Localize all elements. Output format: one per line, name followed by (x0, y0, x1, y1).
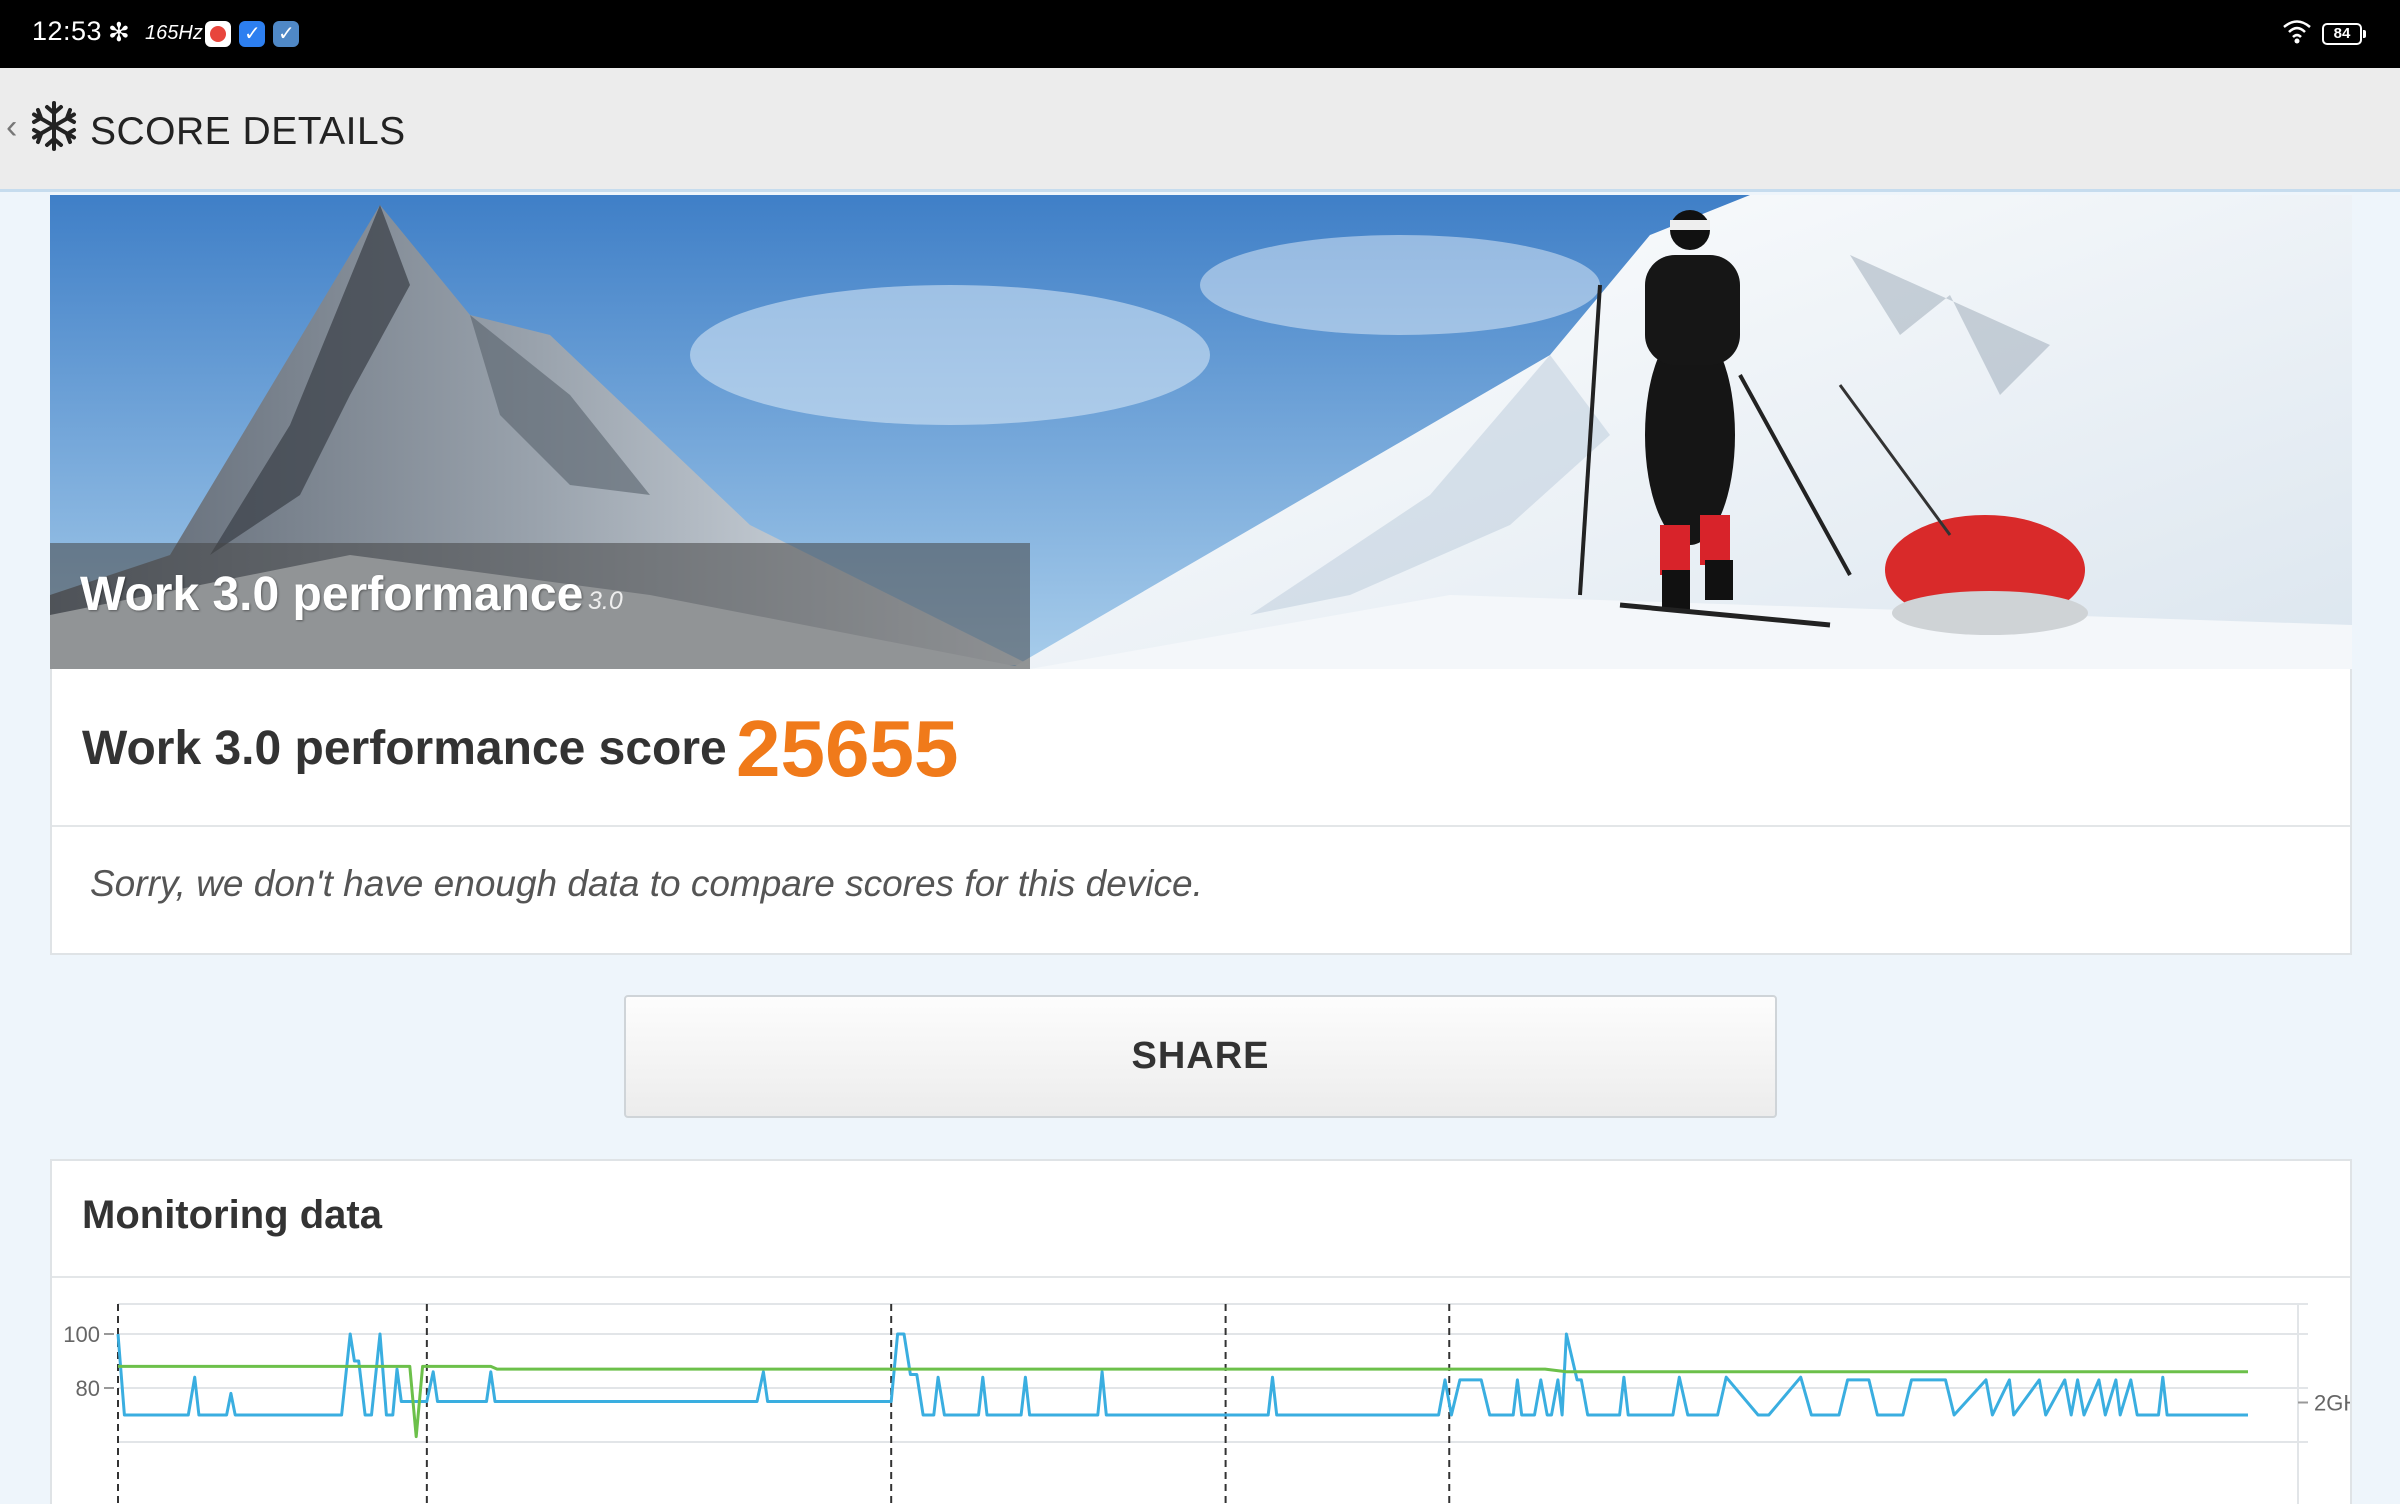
app-icon (205, 21, 231, 47)
score-value: 25655 (736, 704, 959, 793)
benchmark-version: 3.0 (588, 587, 623, 615)
fan-icon: ✻ (108, 17, 130, 47)
back-icon[interactable]: ‹ (6, 108, 17, 147)
monitoring-panel: Monitoring data 100 80 2GHz (50, 1159, 2352, 1504)
monitoring-chart: 100 80 2GHz (63, 1303, 2350, 1504)
benchmark-title: Work 3.0 performance (80, 568, 584, 621)
share-button[interactable]: SHARE (624, 995, 1777, 1118)
chart-series-line (116, 1332, 2248, 1417)
chart-tick-label: 100 (63, 1322, 100, 1347)
compare-message: Sorry, we don't have enough data to comp… (90, 863, 1203, 904)
score-panel: Work 3.0 performance score 25655 Sorry, … (50, 669, 2352, 955)
status-time: 12:53 (32, 16, 103, 46)
score-label: Work 3.0 performance score (82, 722, 727, 775)
wifi-icon (2282, 18, 2312, 51)
score-divider (52, 825, 2350, 827)
refresh-rate-label: 165Hz (145, 22, 203, 44)
chart-tick-label: 80 (76, 1376, 100, 1401)
status-bar: 12:53 ✻ 165Hz 84 (0, 0, 2400, 68)
chart-tick-label: 2GHz (2314, 1391, 2350, 1416)
battery-icon: 84 (2322, 23, 2366, 45)
check-icon (273, 21, 299, 47)
page-title: SCORE DETAILS (90, 110, 406, 153)
monitoring-title: Monitoring data (82, 1193, 382, 1237)
chart-series (116, 1332, 2248, 1439)
snowflake-icon[interactable] (28, 100, 80, 152)
app-header: ‹ SCORE DETAILS (0, 68, 2400, 192)
chart-grid (118, 1303, 2308, 1504)
tasks-icon (239, 21, 265, 47)
hero-banner: Work 3.0 performance 3.0 (50, 195, 2352, 669)
hero-caption: Work 3.0 performance 3.0 (50, 543, 1030, 669)
